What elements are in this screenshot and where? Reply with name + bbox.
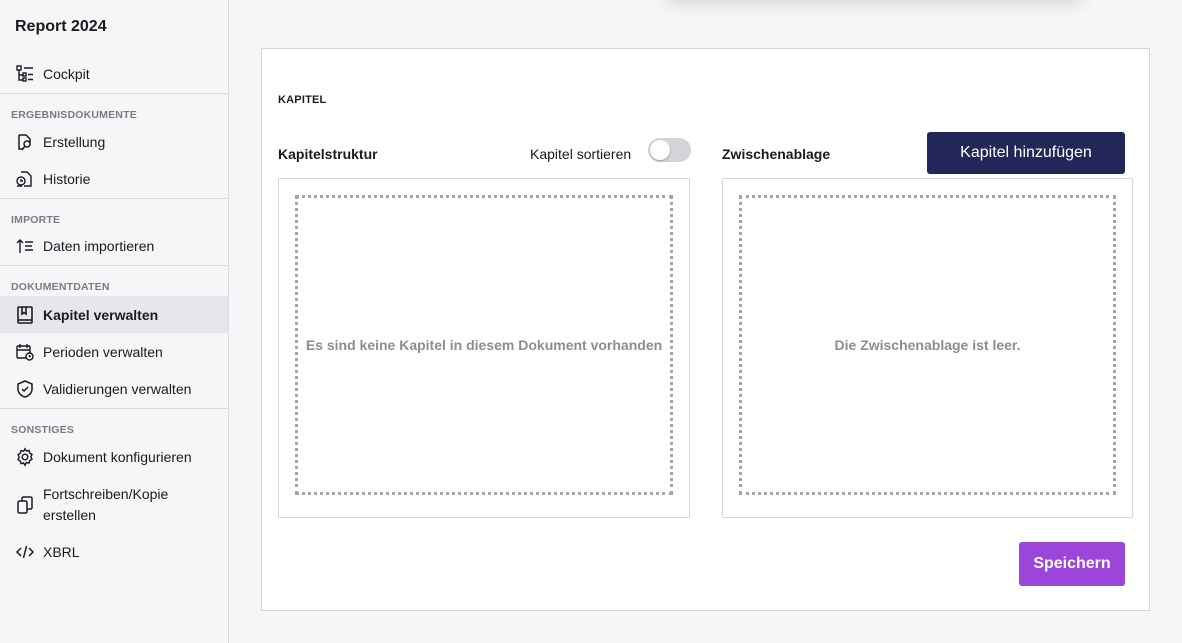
- gear-icon: [14, 446, 36, 468]
- page-title: KAPITEL: [278, 94, 327, 106]
- chapter-card: KAPITEL Kapitelstruktur Kapitel sortiere…: [261, 48, 1150, 611]
- clipboard-empty-text: Die Zwischenablage ist leer.: [834, 337, 1021, 353]
- clipboard-dropzone[interactable]: Die Zwischenablage ist leer.: [739, 195, 1116, 495]
- document-history-icon: [14, 168, 36, 190]
- sidebar-item-xbrl[interactable]: XBRL: [0, 539, 228, 565]
- sidebar: Report 2024 Cockpit ERGEBNISDOKUMENTE Er…: [0, 0, 229, 643]
- sort-toggle[interactable]: [648, 138, 691, 162]
- sidebar-item-label: Perioden verwalten: [43, 344, 163, 360]
- copy-icon: [14, 494, 36, 516]
- section-label-importe: IMPORTE: [11, 214, 61, 226]
- sidebar-item-label: Dokument konfigurieren: [43, 449, 192, 465]
- sidebar-item-label: Fortschreiben/Kopie erstellen: [43, 484, 168, 526]
- divider: [0, 265, 228, 266]
- document-pen-icon: [14, 131, 36, 153]
- sidebar-item-label: Cockpit: [43, 66, 90, 82]
- shield-check-icon: [14, 378, 36, 400]
- import-list-icon: [14, 235, 36, 257]
- sidebar-item-validierungen-verwalten[interactable]: Validierungen verwalten: [0, 376, 228, 402]
- sidebar-item-perioden-verwalten[interactable]: Perioden verwalten: [0, 339, 228, 365]
- calendar-clock-icon: [14, 341, 36, 363]
- structure-empty-text: Es sind keine Kapitel in diesem Dokument…: [305, 337, 663, 353]
- code-icon: [14, 541, 36, 563]
- sidebar-item-label: Daten importieren: [43, 238, 155, 254]
- sidebar-item-label: Erstellung: [43, 134, 106, 150]
- sidebar-item-daten-importieren[interactable]: Daten importieren: [0, 233, 228, 259]
- toggle-knob: [650, 140, 670, 160]
- structure-dropzone[interactable]: Es sind keine Kapitel in diesem Dokument…: [295, 195, 673, 495]
- structure-title: Kapitelstruktur: [278, 146, 378, 162]
- section-label-dokumentdaten: DOKUMENTDATEN: [11, 281, 110, 293]
- sidebar-item-kapitel-verwalten[interactable]: Kapitel verwalten: [0, 296, 228, 333]
- divider: [0, 198, 228, 199]
- section-label-ergebnisdokumente: ERGEBNISDOKUMENTE: [11, 109, 137, 121]
- label-line: Fortschreiben/Kopie: [43, 486, 169, 502]
- structure-panel: Es sind keine Kapitel in diesem Dokument…: [278, 178, 690, 518]
- sidebar-item-fortschreiben-kopie[interactable]: Fortschreiben/Kopie erstellen: [0, 483, 228, 527]
- sidebar-item-label: XBRL: [43, 544, 80, 560]
- sidebar-item-label: Kapitel verwalten: [43, 306, 159, 323]
- sidebar-item-cockpit[interactable]: Cockpit: [0, 61, 228, 87]
- sidebar-item-label: Historie: [43, 171, 91, 187]
- sidebar-item-historie[interactable]: Historie: [0, 166, 228, 192]
- sidebar-item-label: Validierungen verwalten: [43, 381, 192, 397]
- sidebar-item-erstellung[interactable]: Erstellung: [0, 129, 228, 155]
- document-title: Report 2024: [15, 18, 107, 35]
- label-line: erstellen: [43, 507, 96, 523]
- divider: [0, 408, 228, 409]
- sort-label: Kapitel sortieren: [530, 146, 632, 162]
- save-button[interactable]: Speichern: [1019, 542, 1125, 586]
- book-icon: [14, 304, 36, 326]
- tree-structure-icon: [14, 63, 36, 85]
- clipboard-title: Zwischenablage: [722, 146, 831, 162]
- clipboard-panel: Die Zwischenablage ist leer.: [722, 178, 1133, 518]
- section-label-sonstiges: SONSTIGES: [11, 424, 75, 436]
- divider: [0, 93, 228, 94]
- sidebar-item-dokument-konfigurieren[interactable]: Dokument konfigurieren: [0, 444, 228, 470]
- add-chapter-button[interactable]: Kapitel hinzufügen: [927, 132, 1125, 174]
